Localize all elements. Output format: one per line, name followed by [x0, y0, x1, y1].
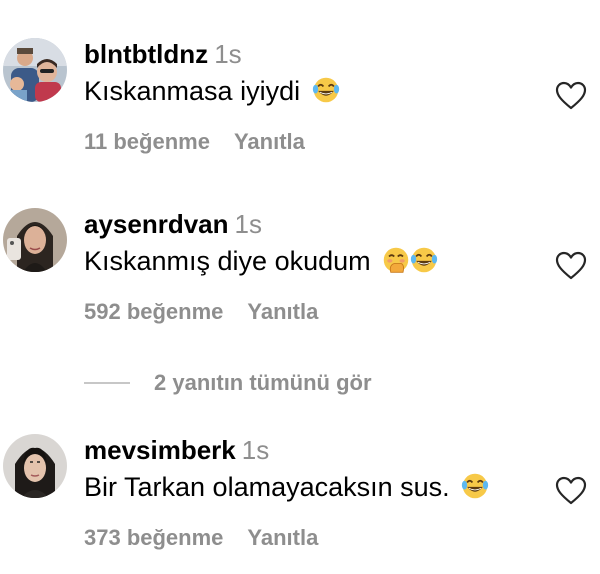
reply-button[interactable]: Yanıtla: [247, 525, 318, 550]
heart-outline-icon[interactable]: [555, 251, 587, 281]
username[interactable]: aysenrdvan: [84, 209, 229, 239]
comment-item: aysenrdvan 1s Kıskanmış diye okudum 592 b…: [0, 208, 600, 348]
username[interactable]: blntbtldnz: [84, 39, 208, 69]
comment-text-content: Kıskanmasa iyiydi: [84, 76, 301, 106]
replies-divider: [84, 382, 130, 384]
avatar[interactable]: [3, 38, 67, 102]
tears-of-joy-emoji-icon: [312, 77, 339, 103]
tears-of-joy-emoji-icon: [462, 473, 489, 499]
timestamp: 1s: [214, 39, 242, 69]
comment-header: aysenrdvan 1s: [84, 208, 262, 240]
comment-item: mevsimberk 1s Bir Tarkan olamayacaksın su…: [0, 434, 600, 574]
tears-of-joy-emoji-icon: [411, 247, 438, 273]
timestamp: 1s: [234, 209, 262, 239]
comment-actions: 592 beğenme Yanıtla: [84, 298, 318, 326]
comment-item: blntbtldnz 1s Kıskanmasa iyiydi 11 beğenm…: [0, 38, 600, 178]
likes-count[interactable]: 373 beğenme: [84, 525, 223, 550]
reply-button[interactable]: Yanıtla: [234, 129, 305, 154]
hand-over-mouth-emoji-icon: [383, 247, 409, 273]
comment-text: Kıskanmasa iyiydi: [84, 74, 340, 108]
heart-outline-icon[interactable]: [555, 476, 587, 506]
heart-outline-icon[interactable]: [555, 81, 587, 111]
avatar[interactable]: [3, 434, 67, 498]
comment-header: blntbtldnz 1s: [84, 38, 242, 70]
comment-actions: 373 beğenme Yanıtla: [84, 524, 318, 552]
username[interactable]: mevsimberk: [84, 435, 236, 465]
avatar[interactable]: [3, 208, 67, 272]
view-replies-label[interactable]: 2 yanıtın tümünü gör: [154, 368, 372, 398]
comment-actions: 11 beğenme Yanıtla: [84, 128, 305, 156]
comment-text: Bir Tarkan olamayacaksın sus.: [84, 470, 489, 504]
comment-text-content: Bir Tarkan olamayacaksın sus.: [84, 472, 450, 502]
comment-text: Kıskanmış diye okudum: [84, 244, 438, 278]
likes-count[interactable]: 592 beğenme: [84, 299, 223, 324]
timestamp: 1s: [241, 435, 270, 465]
comment-text-content: Kıskanmış diye okudum: [84, 246, 371, 276]
comment-header: mevsimberk 1s: [84, 434, 269, 466]
likes-count[interactable]: 11 beğenme: [84, 129, 210, 154]
reply-button[interactable]: Yanıtla: [247, 299, 318, 324]
